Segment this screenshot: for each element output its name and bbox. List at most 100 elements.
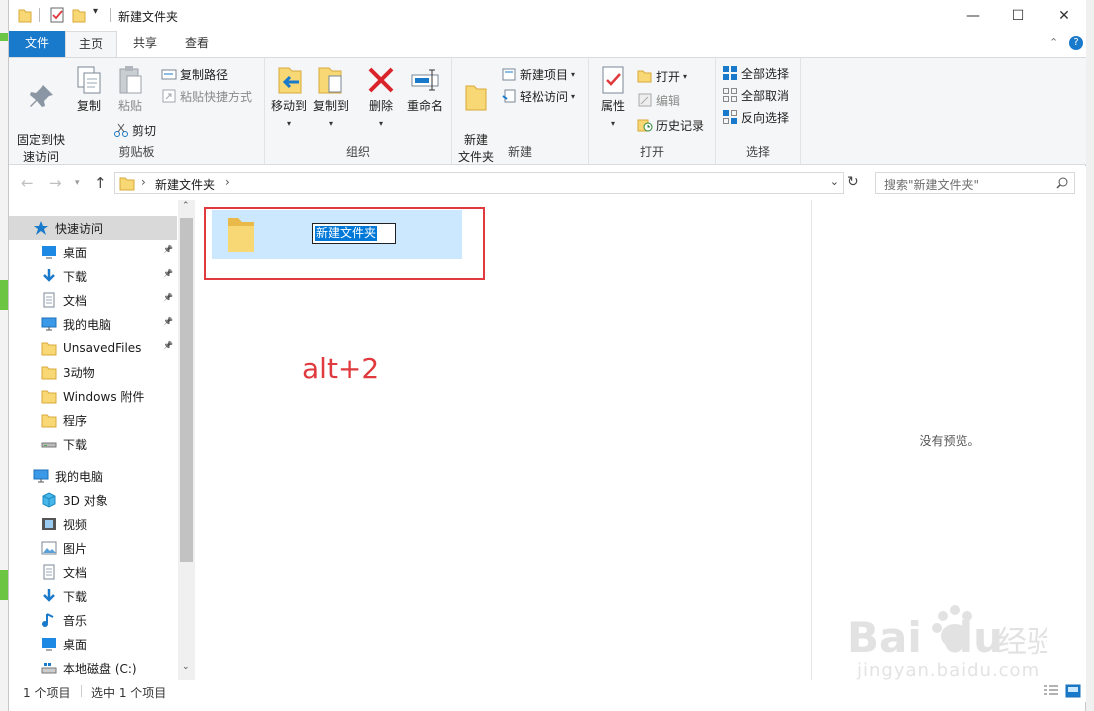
new-item-icon (501, 66, 517, 82)
nav-item[interactable]: Windows 附件 (9, 384, 177, 408)
nav-label: 3D 对象 (63, 493, 108, 508)
address-dropdown-icon[interactable]: ⌄ (830, 175, 839, 188)
edit-icon (637, 92, 653, 108)
close-button[interactable]: ✕ (1041, 0, 1087, 31)
delete-button[interactable]: 删除 ▾ (365, 64, 397, 132)
select-none-label: 全部取消 (741, 88, 790, 103)
recent-locations-icon[interactable]: ▾ (75, 178, 80, 188)
copy-path-button[interactable]: 复制路径 (161, 64, 228, 84)
search-icon (1056, 177, 1068, 189)
explorer-window: ▾ 新建文件夹 — ☐ ✕ 文件 主页 共享 查看 ⌃ ? 固定到快 速访问 复… (8, 0, 1087, 711)
nav-item[interactable]: 程序 (9, 408, 177, 432)
invert-selection-button[interactable]: 反向选择 (722, 107, 789, 127)
nav-label: Windows 附件 (63, 389, 145, 404)
select-none-button[interactable]: 全部取消 (722, 85, 789, 105)
back-icon[interactable]: ← (21, 174, 34, 192)
help-icon[interactable]: ? (1069, 36, 1083, 50)
svg-text:经验: 经验 (997, 625, 1047, 660)
music-icon (42, 613, 54, 627)
maximize-button[interactable]: ☐ (995, 0, 1041, 31)
pin-icon: 📌 (163, 269, 173, 278)
copy-to-label: 复制到 (312, 99, 349, 113)
forward-icon[interactable]: → (49, 174, 62, 192)
nav-item[interactable]: 我的电脑 📌 (9, 312, 177, 336)
file-list[interactable]: 新建文件夹 alt+2 (195, 200, 811, 680)
refresh-icon[interactable]: ↻ (847, 174, 859, 190)
copy-button[interactable]: 复制 (71, 64, 107, 115)
new-item-label: 新建项目 (520, 67, 569, 82)
address-bar[interactable]: › 新建文件夹 › ⌄ (114, 172, 844, 194)
nav-item[interactable]: 文档 📌 (9, 288, 177, 312)
nav-this-pc[interactable]: 我的电脑 (9, 464, 177, 488)
properties-button[interactable]: 属性 ▾ (595, 64, 631, 132)
up-icon[interactable]: ↑ (94, 174, 107, 192)
move-to-label: 移动到 (270, 99, 307, 113)
breadcrumb-current[interactable]: 新建文件夹 (155, 176, 215, 193)
paste-button[interactable]: 粘贴 (111, 64, 149, 115)
nav-quick-access[interactable]: 快速访问 (9, 216, 177, 240)
divider (39, 8, 40, 22)
nav-item[interactable]: 音乐 (9, 608, 177, 632)
chevron-down-icon: ▾ (571, 91, 576, 101)
nav-item[interactable]: 3动物 (9, 360, 177, 384)
copy-to-button[interactable]: 复制到 ▾ (311, 64, 351, 132)
ribbon-tabs: 文件 主页 共享 查看 ⌃ ? (9, 31, 1087, 57)
background-accent (0, 280, 8, 310)
desktop-icon (42, 638, 56, 651)
edit-label: 编辑 (656, 93, 681, 108)
rename-button[interactable]: 重命名 (405, 64, 445, 115)
invert-selection-label: 反向选择 (741, 110, 790, 125)
tab-file[interactable]: 文件 (9, 31, 65, 57)
scroll-thumb[interactable] (180, 218, 193, 562)
folder-icon (41, 414, 57, 428)
copy-label: 复制 (76, 99, 101, 113)
nav-item[interactable]: 文档 (9, 560, 177, 584)
address-row: ← → ▾ ↑ › 新建文件夹 › ⌄ ↻ 搜索"新建文件夹" (9, 166, 1087, 200)
edit-button[interactable]: 编辑 (637, 90, 680, 110)
properties-icon[interactable] (49, 7, 65, 23)
computer-icon (33, 469, 49, 483)
history-button[interactable]: 历史记录 (637, 115, 704, 135)
select-all-button[interactable]: 全部选择 (722, 63, 789, 83)
select-none-icon (722, 87, 738, 103)
new-group: 新建 文件夹 新建项目 ▾ 轻松访问 ▾ 新建 (452, 58, 589, 164)
easy-access-icon (501, 88, 517, 104)
nav-item[interactable]: 桌面 (9, 632, 177, 656)
nav-item[interactable]: 下载 (9, 584, 177, 608)
nav-item[interactable]: 下载 📌 (9, 264, 177, 288)
open-button[interactable]: 打开 ▾ (637, 66, 687, 86)
tab-view[interactable]: 查看 (171, 31, 223, 57)
nav-label: 我的电脑 (55, 469, 104, 484)
nav-scrollbar[interactable]: ⌃ ⌄ (178, 200, 195, 680)
scroll-down-icon[interactable]: ⌄ (182, 662, 190, 672)
large-icons-view-icon[interactable] (1065, 684, 1081, 698)
nav-item[interactable]: 下载 (9, 432, 177, 456)
tab-share[interactable]: 共享 (119, 31, 171, 57)
tab-home[interactable]: 主页 (65, 31, 117, 57)
nav-item[interactable]: 视频 (9, 512, 177, 536)
cut-button[interactable]: 剪切 (113, 120, 156, 140)
nav-label: 桌面 (63, 637, 88, 652)
nav-label: 文档 (63, 293, 88, 308)
nav-item[interactable]: 桌面 📌 (9, 240, 177, 264)
minimize-button[interactable]: — (950, 0, 996, 31)
nav-item[interactable]: UnsavedFiles 📌 (9, 336, 177, 360)
nav-item[interactable]: 图片 (9, 536, 177, 560)
search-input[interactable]: 搜索"新建文件夹" (875, 172, 1075, 194)
nav-item[interactable]: 本地磁盘 (C:) (9, 656, 177, 680)
scroll-up-icon[interactable]: ⌃ (182, 201, 190, 211)
collapse-ribbon-icon[interactable]: ⌃ (1049, 36, 1058, 49)
watermark-url: jingyan.baidu.com (857, 660, 1041, 681)
folder-icon (41, 366, 57, 380)
nav-item[interactable]: 3D 对象 (9, 488, 177, 512)
customize-toolbar-icon[interactable]: ▾ (93, 6, 98, 17)
move-to-icon (273, 64, 305, 96)
breadcrumb-separator-icon: › (141, 175, 146, 189)
breadcrumb-separator-icon[interactable]: › (225, 175, 230, 189)
new-folder-quick-icon[interactable] (72, 7, 86, 23)
folder-icon (18, 9, 32, 23)
easy-access-button[interactable]: 轻松访问 ▾ (501, 86, 575, 106)
move-to-button[interactable]: 移动到 ▾ (269, 64, 309, 132)
new-item-button[interactable]: 新建项目 ▾ (501, 64, 575, 84)
paste-shortcut-button[interactable]: 粘贴快捷方式 (161, 86, 252, 106)
